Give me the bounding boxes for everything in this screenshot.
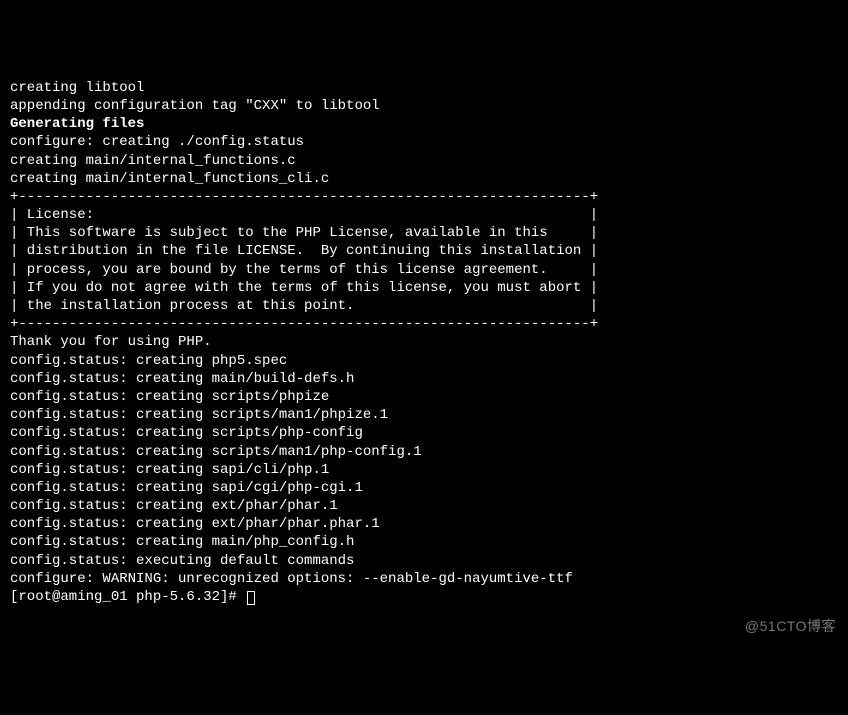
license-line: | distribution in the file LICENSE. By c… — [10, 242, 838, 260]
terminal-line: configure: creating ./config.status — [10, 133, 838, 151]
shell-prompt[interactable]: [root@aming_01 php-5.6.32]# — [10, 588, 838, 606]
terminal-output: creating libtoolappending configuration … — [10, 79, 838, 606]
config-status-line: config.status: creating main/build-defs.… — [10, 370, 838, 388]
thank-you-line: Thank you for using PHP. — [10, 333, 838, 351]
config-status-line: config.status: creating scripts/man1/php… — [10, 443, 838, 461]
config-status-line: config.status: creating sapi/cgi/php-cgi… — [10, 479, 838, 497]
license-line: | This software is subject to the PHP Li… — [10, 224, 838, 242]
config-status-line: config.status: creating scripts/php-conf… — [10, 424, 838, 442]
license-line: | the installation process at this point… — [10, 297, 838, 315]
watermark: @51CTO博客 — [745, 617, 836, 635]
config-status-line: config.status: creating scripts/man1/php… — [10, 406, 838, 424]
terminal-line: creating main/internal_functions.c — [10, 152, 838, 170]
section-heading: Generating files — [10, 115, 838, 133]
license-line: | If you do not agree with the terms of … — [10, 279, 838, 297]
config-status-line: config.status: creating php5.spec — [10, 352, 838, 370]
terminal-line: creating libtool — [10, 79, 838, 97]
config-status-line: config.status: creating sapi/cli/php.1 — [10, 461, 838, 479]
config-status-line: config.status: creating scripts/phpize — [10, 388, 838, 406]
license-line: | License: | — [10, 206, 838, 224]
config-status-line: config.status: creating ext/phar/phar.ph… — [10, 515, 838, 533]
config-status-line: config.status: executing default command… — [10, 552, 838, 570]
config-status-line: config.status: creating main/php_config.… — [10, 533, 838, 551]
terminal-line: creating main/internal_functions_cli.c — [10, 170, 838, 188]
license-line: | process, you are bound by the terms of… — [10, 261, 838, 279]
config-status-line: configure: WARNING: unrecognized options… — [10, 570, 838, 588]
cursor-icon — [247, 591, 255, 605]
license-border: +---------------------------------------… — [10, 188, 838, 206]
license-border: +---------------------------------------… — [10, 315, 838, 333]
terminal-line: appending configuration tag "CXX" to lib… — [10, 97, 838, 115]
prompt-text: [root@aming_01 php-5.6.32]# — [10, 589, 245, 605]
config-status-line: config.status: creating ext/phar/phar.1 — [10, 497, 838, 515]
